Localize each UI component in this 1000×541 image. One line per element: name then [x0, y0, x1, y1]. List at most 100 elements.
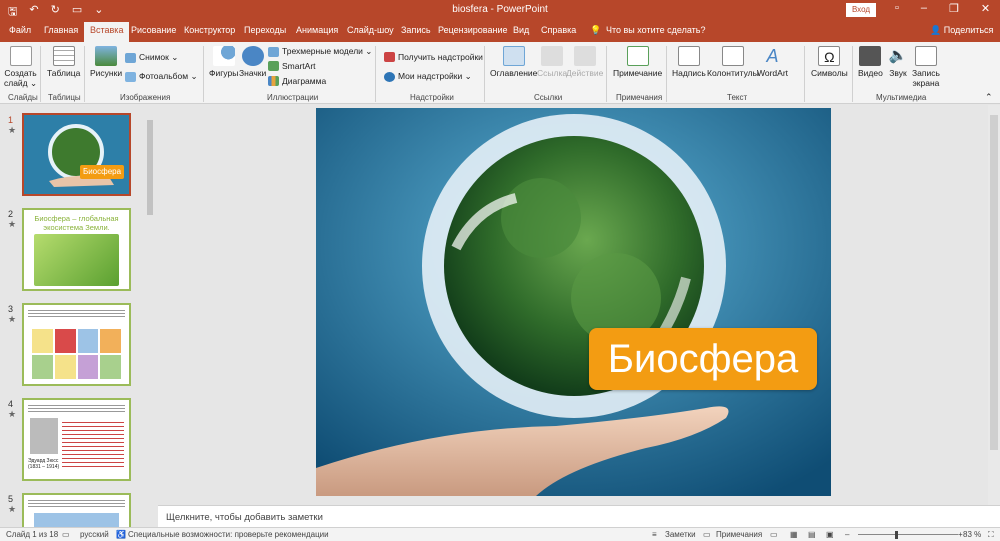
tab-insert[interactable]: Вставка — [84, 22, 130, 42]
action-button[interactable]: Действие — [566, 46, 603, 78]
pictures-button[interactable]: Рисунки — [90, 46, 122, 78]
comment-button[interactable]: Примечание — [613, 46, 662, 78]
tab-review[interactable]: Рецензирование — [438, 25, 508, 35]
zoom-out-icon[interactable]: – — [845, 530, 849, 539]
smartart-button[interactable]: SmartArt — [268, 61, 316, 71]
fit-to-window-icon[interactable]: ⛶ — [988, 530, 994, 540]
tab-record[interactable]: Запись — [401, 25, 431, 35]
minimize-icon[interactable]: – — [921, 2, 927, 15]
pictures-icon — [95, 46, 118, 66]
close-icon[interactable]: ✕ — [981, 2, 990, 15]
get-addins-button[interactable]: Получить надстройки — [384, 52, 483, 62]
thumb-number: 5 — [8, 494, 14, 504]
header-footer-button[interactable]: Колонтитулы — [707, 46, 759, 78]
collapse-ribbon-icon[interactable]: ⌃ — [985, 92, 993, 103]
tab-file[interactable]: Файл — [9, 25, 31, 35]
shapes-label: Фигуры — [209, 68, 239, 78]
reading-view-icon[interactable]: ▤ — [808, 530, 816, 539]
screenshot-button[interactable]: Снимок ⌄ — [125, 52, 178, 63]
tab-animations[interactable]: Анимация — [296, 25, 338, 35]
new-slide-label-2: слайд ⌄ — [4, 78, 38, 88]
my-addins-button[interactable]: Мои надстройки ⌄ — [384, 71, 472, 82]
new-slide-icon — [9, 46, 32, 66]
store-icon — [384, 52, 395, 62]
zoom-in-icon[interactable]: + — [958, 530, 963, 539]
accessibility-status[interactable]: Специальные возможности: проверьте реком… — [128, 530, 329, 539]
scrollbar-thumb[interactable] — [147, 120, 153, 215]
editor-scrollbar[interactable] — [988, 105, 1000, 505]
ribbon-tabs: Файл Главная Вставка Рисование Конструкт… — [0, 20, 1000, 42]
tab-home[interactable]: Главная — [44, 25, 78, 35]
slide-thumbnail-5[interactable] — [22, 493, 131, 527]
tab-view[interactable]: Вид — [513, 25, 529, 35]
zoom-slider[interactable] — [858, 534, 958, 535]
thumb-3-grid — [32, 329, 121, 379]
table-icon — [52, 46, 75, 66]
symbols-label: Символы — [811, 68, 848, 78]
zoom-button[interactable]: Оглавление — [490, 46, 537, 78]
tab-draw[interactable]: Рисование — [131, 25, 176, 35]
notes-pane[interactable]: Щелкните, чтобы добавить заметки — [158, 505, 1000, 527]
chart-button[interactable]: Диаграмма — [268, 76, 326, 86]
language-indicator[interactable]: русский — [80, 530, 109, 539]
thumb-1-art — [24, 115, 129, 194]
link-icon — [541, 46, 564, 66]
new-slide-button[interactable]: Создать слайд ⌄ — [4, 46, 37, 88]
thumbnails-scrollbar[interactable] — [146, 110, 154, 520]
notes-toggle[interactable]: Заметки — [665, 530, 696, 539]
zoom-icon — [502, 46, 525, 66]
slideshow-view-icon[interactable]: ▣ — [826, 530, 834, 539]
icons-button[interactable]: Значки — [239, 46, 266, 78]
link-button[interactable]: Ссылка — [537, 46, 567, 78]
ribbon-display-options-icon[interactable]: ▫ — [895, 2, 899, 15]
textbox-button[interactable]: Надпись — [672, 46, 706, 78]
tab-transitions[interactable]: Переходы — [244, 25, 286, 35]
tab-design[interactable]: Конструктор — [184, 25, 235, 35]
tab-help[interactable]: Справка — [541, 25, 576, 35]
tell-me-search[interactable]: Что вы хотите сделать? — [606, 25, 706, 35]
accessibility-icon[interactable]: ♿ — [116, 530, 126, 539]
zoom-label: Оглавление — [490, 68, 538, 78]
video-label: Видео — [858, 68, 883, 78]
scrollbar-thumb[interactable] — [990, 115, 998, 450]
group-label-media: Мультимедиа — [876, 93, 927, 102]
photo-album-label: Фотоальбом ⌄ — [139, 71, 198, 81]
slide-thumbnail-3[interactable] — [22, 303, 131, 386]
zoom-level[interactable]: 83 % — [963, 530, 981, 539]
slide-thumbnail-2[interactable]: Биосфера – глобальная экосистема Земли. — [22, 208, 131, 291]
proofing-icon[interactable]: ▭ — [62, 530, 70, 539]
cube-icon — [268, 46, 279, 57]
comments-toggle[interactable]: Примечания — [716, 530, 762, 539]
smartart-label: SmartArt — [282, 61, 316, 71]
tab-slideshow[interactable]: Слайд-шоу — [347, 25, 394, 35]
notes-icon: ≡ — [652, 530, 657, 539]
thumb-1-badge: Биосфера — [80, 165, 124, 179]
audio-button[interactable]: 🔈 Звук — [887, 46, 909, 78]
status-bar: Слайд 1 из 18 ▭ русский ♿ Специальные во… — [0, 527, 1000, 541]
group-separator — [84, 46, 85, 102]
screen-recording-button[interactable]: Запись экрана — [912, 46, 940, 88]
slide-sorter-icon[interactable]: ▦ — [790, 530, 798, 539]
maximize-icon[interactable]: ❐ — [949, 2, 959, 15]
slide-thumbnail-1[interactable]: Биосфера — [22, 113, 131, 196]
slide-title-badge[interactable]: Биосфера — [589, 328, 817, 390]
3d-models-button[interactable]: Трехмерные модели ⌄ — [268, 46, 372, 57]
table-button[interactable]: Таблица — [47, 46, 80, 78]
group-separator — [606, 46, 607, 102]
pictures-label: Рисунки — [90, 68, 123, 78]
video-button[interactable]: Видео — [858, 46, 883, 78]
sign-in-button[interactable]: Вход — [846, 3, 876, 17]
current-slide[interactable]: Биосфера — [316, 108, 831, 496]
group-label-images: Изображения — [120, 93, 171, 102]
share-button[interactable]: 👤 Поделиться — [930, 25, 993, 36]
addins-icon — [384, 71, 395, 82]
normal-view-icon[interactable]: ▭ — [770, 530, 778, 539]
zoom-slider-handle[interactable] — [895, 531, 898, 539]
photo-album-button[interactable]: Фотоальбом ⌄ — [125, 71, 198, 82]
shapes-button[interactable]: Фигуры — [209, 46, 238, 78]
wordart-button[interactable]: A WordArt — [757, 46, 788, 78]
slide-thumbnail-4[interactable]: Эдуард Зюсс (1831 – 1914) — [22, 398, 131, 481]
wordart-label: WordArt — [757, 68, 789, 78]
table-label: Таблица — [47, 68, 81, 78]
symbols-button[interactable]: Ω Символы — [811, 46, 848, 78]
